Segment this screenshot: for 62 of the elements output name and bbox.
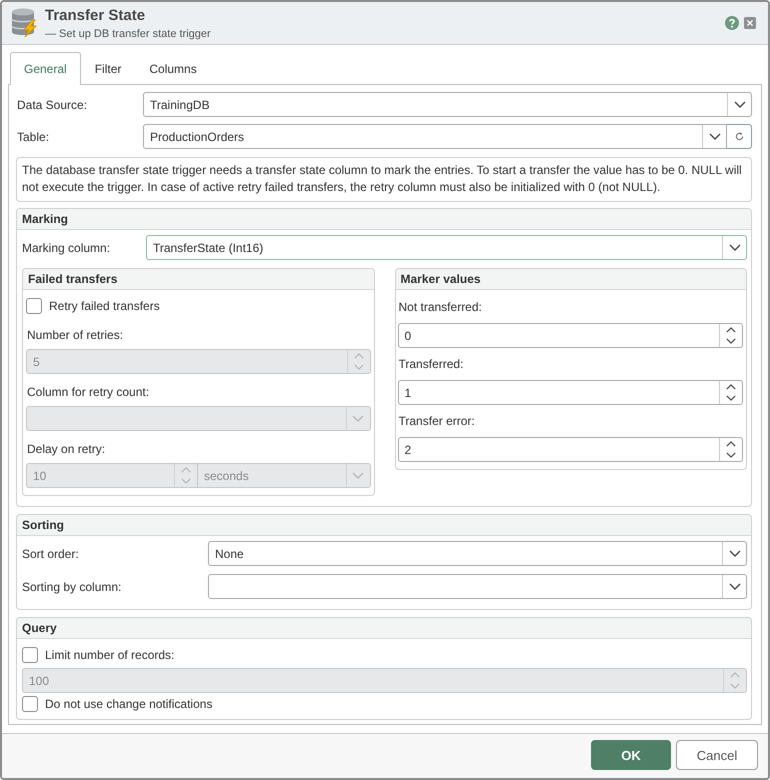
checkbox-label: Retry failed transfers [49,299,160,313]
chevron-up-icon [726,440,736,447]
chevron-up-icon [730,672,740,678]
chevron-down-icon [726,452,736,458]
checkbox[interactable] [22,647,38,663]
field-label: Not transferred: [398,299,483,315]
dropdown-field[interactable]: TrainingDB [143,92,752,117]
checkbox-label: Do not use change notifications [45,697,212,711]
chevron-up-icon [354,352,364,359]
tab[interactable]: Filter [80,52,136,85]
field-label: Table: [16,130,50,144]
spin-field[interactable]: 2 [398,437,743,462]
dropdown-field[interactable] [208,574,747,599]
spin-field[interactable]: 0 [398,323,743,348]
field-label: Delay on retry: [27,441,106,457]
field-label: Sorting by column: [22,580,122,594]
field-label: Sort order: [22,546,80,560]
chevron-down-icon [730,683,740,690]
chevron-down-icon [726,338,736,344]
chevron-down-icon [181,478,191,484]
checkbox[interactable] [22,696,38,712]
section-header: Failed transfers [23,269,374,290]
spin-field[interactable]: 1 [398,380,743,405]
section-header: Query [17,618,751,639]
refresh-icon [734,132,744,141]
chevron-down-icon [728,550,740,557]
section-header: Marker values [396,269,746,290]
field-label: Column for retry count: [27,384,150,400]
cancel-button[interactable]: Cancel [676,740,758,770]
field-label: Transfer error: [398,413,476,429]
chevron-down-icon [352,472,364,479]
dropdown-field[interactable]: TransferState (Int16) [146,235,747,260]
refresh-button[interactable] [727,124,752,149]
dialog-subtitle: — Set up DB transfer state trigger [45,27,211,41]
checkbox[interactable] [26,298,42,314]
chevron-down-icon [728,244,740,251]
field-label: Marking column: [22,240,112,254]
help-icon[interactable] [725,16,739,30]
chevron-down-icon [354,364,364,370]
checkbox-label: Limit number of records: [45,648,174,662]
database-lightning-icon [10,6,38,38]
close-icon[interactable] [744,17,756,29]
chevron-up-icon [181,466,191,473]
ok-button[interactable]: OK [591,740,671,770]
chevron-down-icon [708,133,720,140]
tab[interactable]: Columns [135,52,211,85]
section-header: Marking [17,209,751,230]
dropdown-field[interactable]: ProductionOrders [143,124,727,149]
chevron-down-icon [728,583,740,590]
section-header: Sorting [17,515,751,536]
field-label: Number of retries: [27,327,124,343]
chevron-down-icon [726,395,736,402]
chevron-up-icon [726,384,736,390]
chevron-up-icon [726,326,736,333]
field-label: Data Source: [16,98,88,112]
info-text: The database transfer state trigger needs a transfer state column to mark the entries. To start a transfer the value has to be 0. NULL will not execute the trigger. In case of active retry failed transfers, the retry column must also be initialized with 0 (not NULL). [16,157,752,202]
chevron-down-icon [734,101,746,108]
dropdown-field[interactable]: None [208,541,747,566]
tab[interactable]: General [10,52,81,85]
dialog-title: Transfer State [45,7,146,25]
field-label: Transferred: [398,356,464,372]
chevron-down-icon [352,415,364,422]
